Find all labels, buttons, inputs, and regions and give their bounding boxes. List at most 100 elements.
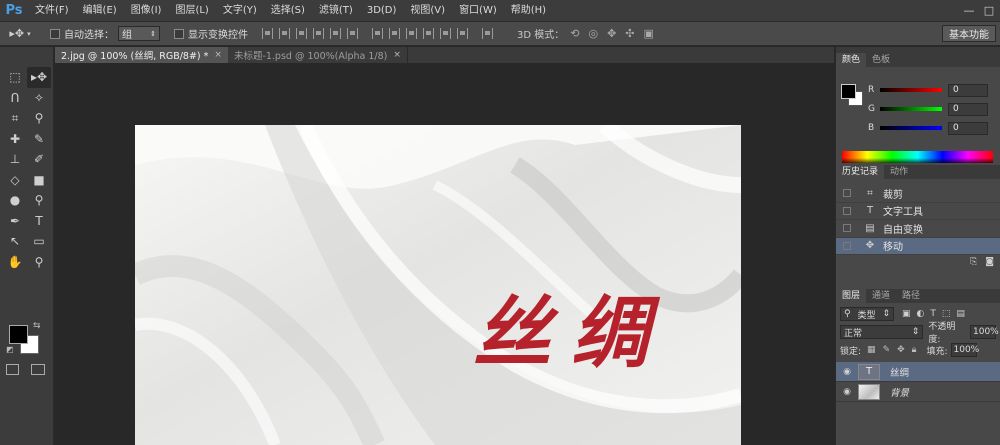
red-track[interactable] xyxy=(880,88,942,92)
history-checkbox[interactable] xyxy=(843,189,851,198)
auto-select-dropdown[interactable]: 组 ⇕ xyxy=(118,26,160,41)
type-filter-icon[interactable]: T xyxy=(930,309,936,319)
doc-tab-untitled[interactable]: 未标题-1.psd @ 100%(Alpha 1/8) × xyxy=(228,47,408,63)
gradient-tool-icon[interactable]: ■ xyxy=(27,170,51,191)
menu-select[interactable]: 选择(S) xyxy=(264,0,312,22)
green-track[interactable] xyxy=(880,107,942,111)
menu-edit[interactable]: 编辑(E) xyxy=(76,0,124,22)
doc-tab-2jpg[interactable]: 2.jpg @ 100% (丝绸, RGB/8#) * × xyxy=(55,47,228,63)
green-value[interactable]: 0 xyxy=(948,102,988,116)
auto-select-checkbox[interactable] xyxy=(50,28,60,39)
show-transform-checkbox[interactable] xyxy=(174,28,184,39)
tab-layers[interactable]: 图层 xyxy=(836,289,867,303)
close-icon[interactable]: × xyxy=(393,50,401,60)
menu-file[interactable]: 文件(F) xyxy=(28,0,76,22)
align-right-icon[interactable] xyxy=(347,28,358,39)
panel-foreground-color[interactable] xyxy=(841,84,856,99)
path-selection-tool-icon[interactable]: ↖ xyxy=(3,231,27,252)
blur-tool-icon[interactable]: ● xyxy=(3,190,27,211)
blue-value[interactable]: 0 xyxy=(948,121,988,135)
workspace-button[interactable]: 基本功能 xyxy=(942,25,996,42)
align-hcenter-icon[interactable] xyxy=(330,28,341,39)
opacity-input[interactable]: 100% xyxy=(970,325,999,339)
healing-brush-tool-icon[interactable]: ✚ xyxy=(3,129,27,150)
auto-align-icon[interactable] xyxy=(482,28,493,39)
menu-filter[interactable]: 滤镜(T) xyxy=(312,0,360,22)
menu-layer[interactable]: 图层(L) xyxy=(168,0,215,22)
layer-row-text[interactable]: ◉ T 丝绸 xyxy=(836,362,1000,382)
move-tool-icon[interactable]: ▸✥ xyxy=(27,67,51,88)
new-document-from-state-icon[interactable]: ⎘ xyxy=(970,257,977,267)
lock-image-icon[interactable]: ✎ xyxy=(883,345,891,355)
slide-3d-icon[interactable]: ✣ xyxy=(625,27,634,40)
history-item-crop[interactable]: ⌗ 裁剪 xyxy=(836,185,1000,203)
menu-image[interactable]: 图像(I) xyxy=(124,0,169,22)
brush-tool-icon[interactable]: ✎ xyxy=(27,129,51,150)
tab-actions[interactable]: 动作 xyxy=(884,165,914,179)
align-vcenter-icon[interactable] xyxy=(279,28,290,39)
zoom-tool-icon[interactable]: ⚲ xyxy=(27,252,51,273)
eraser-tool-icon[interactable]: ◇ xyxy=(3,170,27,191)
tab-paths[interactable]: 路径 xyxy=(896,289,926,303)
blend-mode-dropdown[interactable]: 正常 ⇕ xyxy=(840,325,924,339)
layer-filter-dropdown[interactable]: ⚲ 类型 ⇕ xyxy=(840,307,894,321)
distribute-bottom-icon[interactable] xyxy=(406,28,417,39)
lock-position-icon[interactable]: ✥ xyxy=(897,345,905,355)
history-brush-tool-icon[interactable]: ✐ xyxy=(27,149,51,170)
fill-input[interactable]: 100% xyxy=(950,343,979,357)
crop-tool-icon[interactable]: ⌗ xyxy=(3,108,27,129)
history-checkbox[interactable] xyxy=(843,241,851,250)
quick-mask-icon[interactable] xyxy=(6,364,19,375)
menu-help[interactable]: 帮助(H) xyxy=(504,0,553,22)
shape-filter-icon[interactable]: ⬚ xyxy=(942,309,951,319)
maximize-icon[interactable]: □ xyxy=(982,3,996,17)
pen-tool-icon[interactable]: ✒ xyxy=(3,211,27,232)
blue-slider[interactable]: B 0 xyxy=(868,121,998,135)
eye-icon[interactable]: ◉ xyxy=(836,367,858,377)
default-colors-icon[interactable]: ◩ xyxy=(6,345,14,354)
color-spectrum-bar[interactable] xyxy=(842,151,993,163)
roll-3d-icon[interactable]: ◎ xyxy=(588,27,598,40)
eye-icon[interactable]: ◉ xyxy=(836,387,858,397)
drag-3d-icon[interactable]: ✥ xyxy=(607,27,616,40)
scale-3d-icon[interactable]: ▣ xyxy=(644,27,654,40)
rectangle-tool-icon[interactable]: ▭ xyxy=(27,231,51,252)
move-tool-preset[interactable]: ▸✥ ▾ xyxy=(0,27,40,40)
rotate-3d-icon[interactable]: ⟲ xyxy=(570,27,579,40)
distribute-left-icon[interactable] xyxy=(423,28,434,39)
marquee-tool-icon[interactable]: ⬚ xyxy=(3,67,27,88)
type-tool-icon[interactable]: T xyxy=(27,211,51,232)
adjustment-filter-icon[interactable]: ◐ xyxy=(917,309,925,319)
clone-stamp-tool-icon[interactable]: ⊥ xyxy=(3,149,27,170)
history-item-free-transform[interactable]: ▤ 自由变换 xyxy=(836,220,1000,238)
lock-transparent-icon[interactable]: ▦ xyxy=(867,345,876,355)
hand-tool-icon[interactable]: ✋ xyxy=(3,252,27,273)
align-bottom-icon[interactable] xyxy=(296,28,307,39)
distribute-right-icon[interactable] xyxy=(457,28,468,39)
align-top-icon[interactable] xyxy=(262,28,273,39)
minimize-icon[interactable]: — xyxy=(962,3,976,17)
history-item-move[interactable]: ✥ 移动 xyxy=(836,237,1000,255)
tab-swatches[interactable]: 色板 xyxy=(866,53,896,67)
history-checkbox[interactable] xyxy=(843,224,851,233)
close-icon[interactable]: × xyxy=(214,50,222,60)
distribute-vcenter-icon[interactable] xyxy=(389,28,400,39)
layer-row-background[interactable]: ◉ 背景 xyxy=(836,382,1000,402)
layer-name[interactable]: 丝绸 xyxy=(890,365,909,379)
menu-type[interactable]: 文字(Y) xyxy=(216,0,264,22)
canvas-text-layer[interactable]: 丝绸 xyxy=(473,295,669,373)
distribute-hcenter-icon[interactable] xyxy=(440,28,451,39)
red-slider[interactable]: R 0 xyxy=(868,83,998,97)
blue-track[interactable] xyxy=(880,126,942,130)
swap-colors-icon[interactable]: ⇆ xyxy=(33,321,41,331)
lock-all-icon[interactable]: 🔒︎ xyxy=(912,345,917,355)
tab-color[interactable]: 颜色 xyxy=(836,53,867,67)
green-slider[interactable]: G 0 xyxy=(868,102,998,116)
tab-channels[interactable]: 通道 xyxy=(866,289,896,303)
screen-mode-icon[interactable] xyxy=(31,364,45,375)
history-checkbox[interactable] xyxy=(843,206,851,215)
magic-wand-tool-icon[interactable]: ✧ xyxy=(27,88,51,109)
pixel-filter-icon[interactable]: ▣ xyxy=(902,309,911,319)
align-left-icon[interactable] xyxy=(313,28,324,39)
history-item-type[interactable]: T 文字工具 xyxy=(836,203,1000,220)
